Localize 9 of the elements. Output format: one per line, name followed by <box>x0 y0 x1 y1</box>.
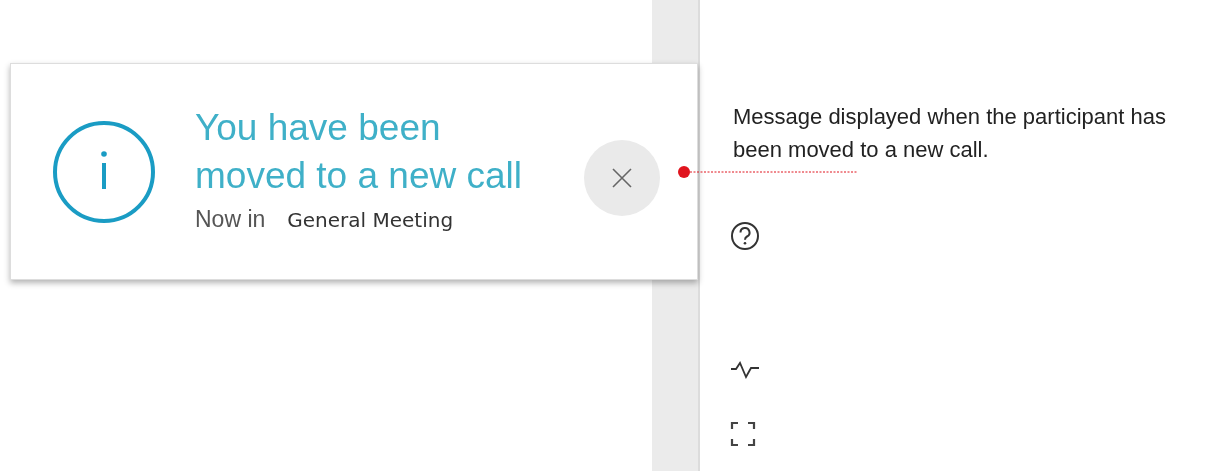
fullscreen-icon[interactable] <box>730 421 756 447</box>
close-icon <box>611 166 633 189</box>
pulse-icon[interactable] <box>730 361 760 379</box>
info-icon <box>52 119 156 224</box>
now-in-label: Now in <box>195 206 266 233</box>
help-icon[interactable] <box>730 221 760 251</box>
annotation-text: Message displayed when the participant has been moved to a new call. <box>733 103 1167 164</box>
notification-title: You have been moved to a new call <box>195 106 523 198</box>
meeting-name: General Meeting <box>287 208 454 232</box>
